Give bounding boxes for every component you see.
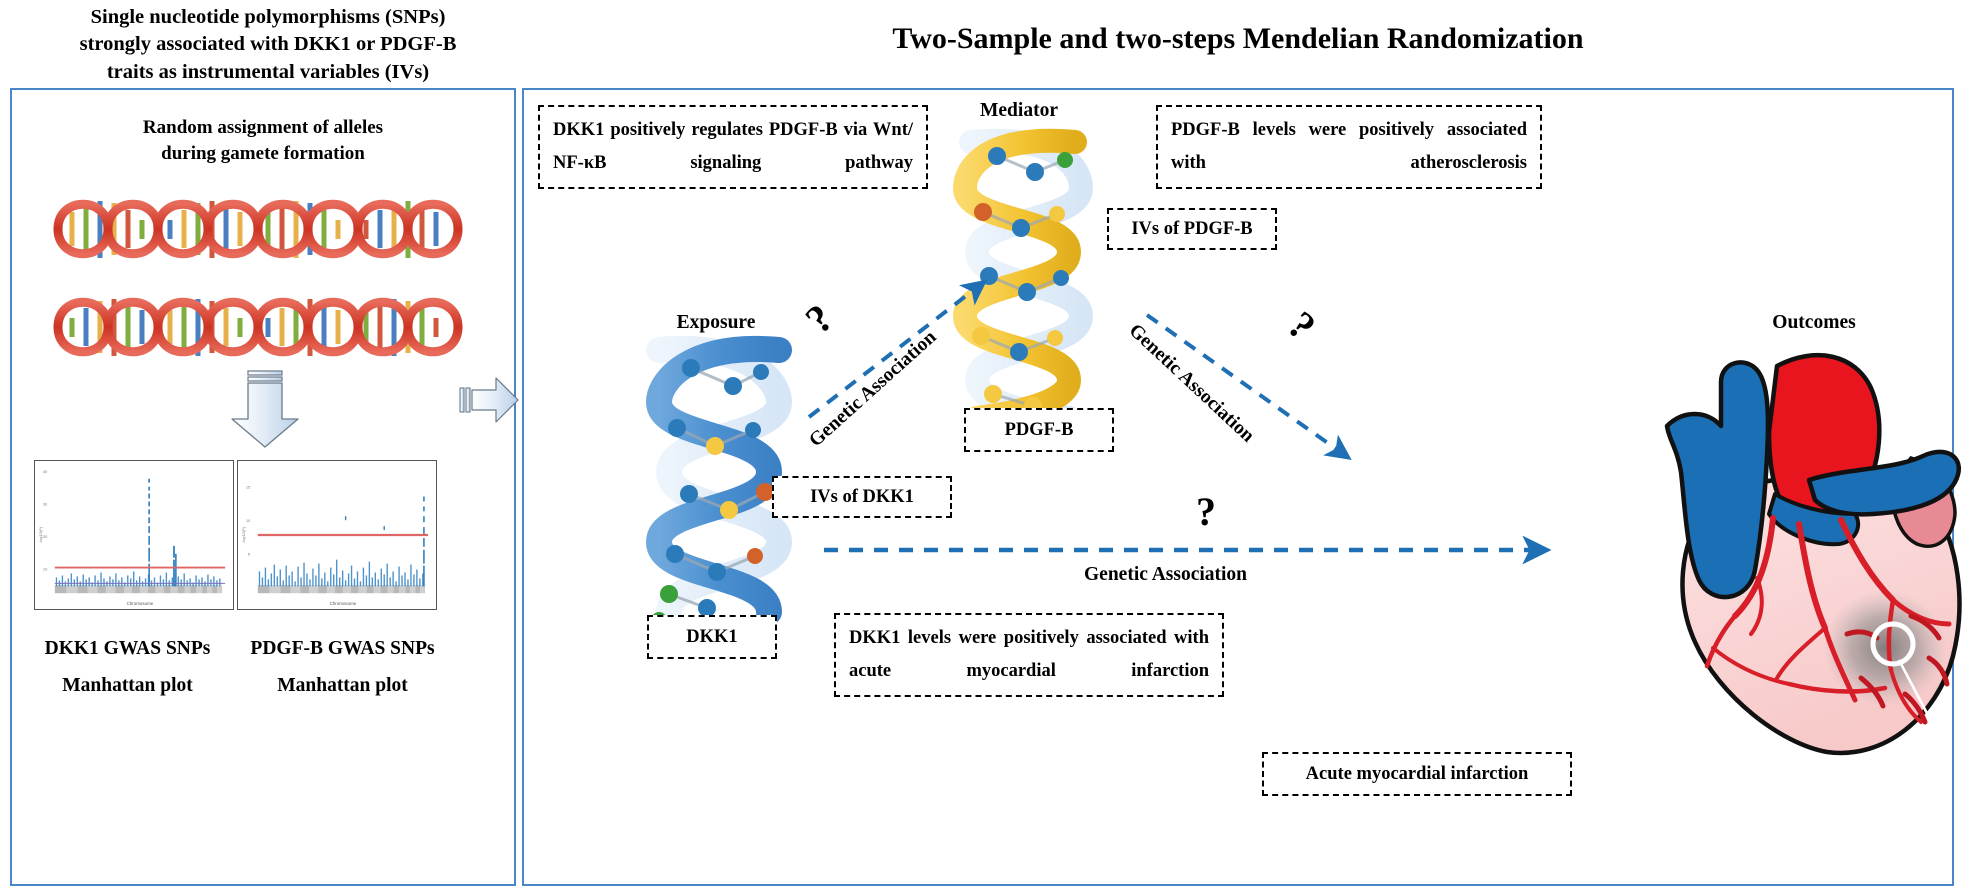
dna-helix-illustration-bottom <box>53 297 463 357</box>
caption-dkk1-line-2: Manhattan plot <box>62 675 193 697</box>
left-header-line-1: Single nucleotide polymorphisms (SNPs) <box>90 6 446 28</box>
manhattan-plot-dkk1: 40 30 20 10 -log10(P) Chromosome <box>34 460 234 610</box>
manhattan-caption-pdgfb: PDGF-B GWAS SNPs Manhattan plot <box>230 630 455 704</box>
svg-text:40: 40 <box>43 469 48 474</box>
question-mark-exposure-outcome: ? <box>1196 489 1216 534</box>
annotation-dkk1-regulates-pdgfb: DKK1 positively regulates PDGF-B via Wnt… <box>538 105 928 189</box>
dna-helix-illustration-top <box>53 199 463 259</box>
mendelian-randomization-panel: DKK1 positively regulates PDGF-B via Wnt… <box>522 88 1962 886</box>
left-panel-header: Single nucleotide polymorphisms (SNPs) s… <box>18 4 518 86</box>
ami-callout-box: Acute myocardial infarction <box>1262 752 1572 796</box>
ivs-of-pdgfb-box: IVs of PDGF-B <box>1107 208 1277 250</box>
arrow-mediator-to-outcome <box>1145 313 1352 461</box>
svg-text:5: 5 <box>248 552 251 557</box>
svg-text:Chromosome: Chromosome <box>330 601 357 606</box>
snp-source-panel: Random assignment of alleles during game… <box>10 88 516 886</box>
arrow-exposure-to-outcome <box>824 535 1552 565</box>
outcomes-label: Outcomes <box>1772 312 1856 333</box>
left-header-line-2: strongly associated with DKK1 or PDGF-B <box>79 33 457 56</box>
svg-text:10: 10 <box>43 567 48 572</box>
svg-text:15: 15 <box>246 485 251 490</box>
svg-text:30: 30 <box>43 501 48 506</box>
exposure-label: Exposure <box>676 312 756 333</box>
mediator-label: Mediator <box>980 100 1058 121</box>
subtitle-line-1: Random assignment of alleles <box>142 117 384 138</box>
left-header-line-3: traits as instrumental variables (IVs) <box>106 60 430 83</box>
svg-text:20: 20 <box>43 534 48 539</box>
svg-text:-log10(P): -log10(P) <box>241 526 246 543</box>
svg-text:Chromosome: Chromosome <box>127 601 154 606</box>
manhattan-plot-pdgfb: 15 10 5 -log10(P) Chromosome <box>237 460 437 610</box>
panel-connector-arrow-icon <box>459 377 519 423</box>
arrow-label-exposure-outcome: Genetic Association <box>1084 564 1248 585</box>
svg-text:10: 10 <box>246 518 251 523</box>
random-assignment-label: Random assignment of alleles during game… <box>12 115 514 166</box>
annotation-dkk1-ami: DKK1 levels were positively associated w… <box>834 613 1224 697</box>
ivs-of-dkk1-box: IVs of DKK1 <box>772 476 952 518</box>
caption-pdgfb-line-2: Manhattan plot <box>277 675 408 697</box>
caption-pdgfb-line-1: PDGF-B GWAS SNPs <box>250 638 435 659</box>
heart-illustration <box>1664 353 1962 756</box>
dkk1-name-box: DKK1 <box>647 615 777 659</box>
page-title: Two-Sample and two-steps Mendelian Rando… <box>892 22 1584 55</box>
down-arrow-icon <box>231 370 299 448</box>
caption-dkk1-line-1: DKK1 GWAS SNPs <box>44 638 211 659</box>
manhattan-caption-dkk1: DKK1 GWAS SNPs Manhattan plot <box>20 630 235 704</box>
subtitle-line-2: during gamete formation <box>161 142 365 164</box>
svg-text:-log10(P): -log10(P) <box>38 526 43 543</box>
annotation-pdgfb-atherosclerosis: PDGF-B levels were positively associated… <box>1156 105 1542 189</box>
